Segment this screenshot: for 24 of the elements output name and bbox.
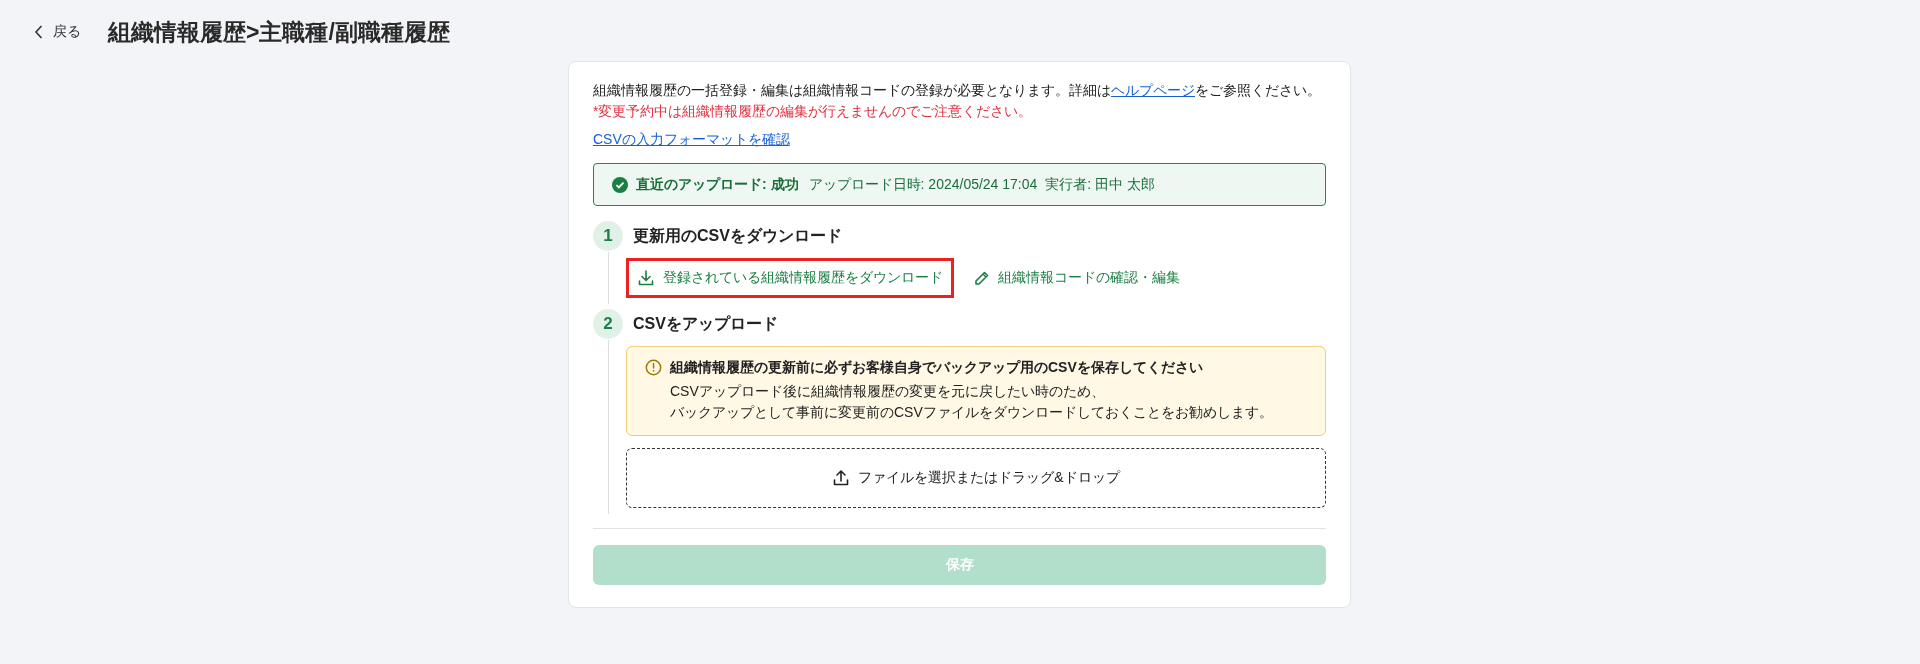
upload-icon — [832, 469, 851, 487]
warning-text: CSVアップロード後に組織情報履歴の変更を元に戻したい時のため、 バックアップとして事前に変更前のCSVファイルをダウンロードしておくことをお勧めします。 — [670, 382, 1274, 422]
check-circle-icon — [612, 176, 628, 193]
format-link[interactable]: CSVの入力フォーマットを確認 — [593, 131, 790, 149]
file-drop-zone[interactable]: ファイルを選択またはドラッグ&ドロップ — [626, 448, 1326, 508]
step-number: 2 — [593, 309, 623, 339]
back-button[interactable]: 戻る — [34, 23, 81, 41]
page-title: 組織情報履歴>主職種/副職種履歴 — [108, 17, 450, 47]
pencil-icon — [973, 269, 990, 287]
download-icon — [637, 269, 655, 287]
chevron-left-icon — [34, 25, 43, 39]
step-title: 更新用のCSVをダウンロード — [633, 225, 842, 246]
executor-text: 実行者: 田中 太郎 — [1045, 175, 1155, 194]
upload-datetime: アップロード日時: 2024/05/24 17:04 — [808, 175, 1038, 194]
download-link[interactable]: 登録されている組織情報履歴をダウンロード — [626, 258, 954, 298]
intro-text: 組織情報履歴の一括登録・編集は組織情報コードの登録が必要となります。詳細はヘルプページをご参照ください。 — [593, 81, 1322, 100]
warning-icon — [645, 359, 662, 376]
edit-link[interactable]: 組織情報コードの確認・編集 — [962, 258, 1191, 298]
step-title: CSVをアップロード — [633, 313, 778, 334]
warning-title: 組織情報履歴の更新前に必ずお客様自身でバックアップ用のCSVを保存してください — [670, 359, 1204, 377]
step-number: 1 — [593, 221, 623, 251]
notice-text: *変更予約中は組織情報履歴の編集が行えませんのでご注意ください。 — [593, 102, 1034, 121]
help-link[interactable]: ヘルプページ — [1111, 82, 1195, 98]
status-label: 直近のアップロード: 成功 — [636, 175, 799, 194]
